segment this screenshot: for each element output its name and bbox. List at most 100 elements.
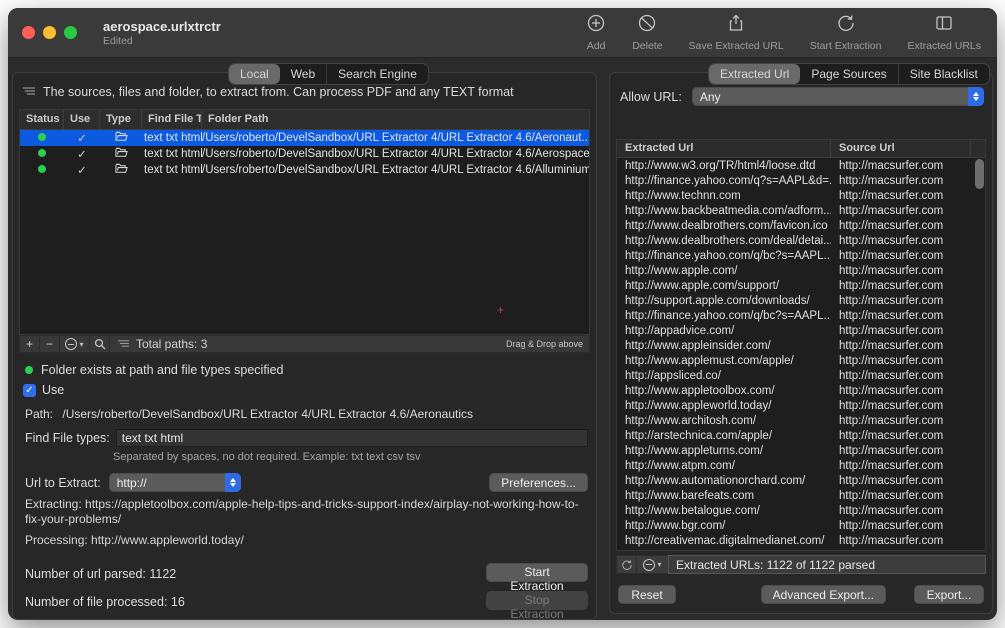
tab-page-sources[interactable]: Page Sources [800, 64, 899, 84]
file-types-cell: text txt html [144, 164, 202, 176]
tab-extracted-url[interactable]: Extracted Url [709, 64, 801, 84]
sources-description-text: The sources, files and folder, to extrac… [43, 85, 514, 99]
add-toolbar-button[interactable]: Add [586, 13, 606, 52]
search-paths-button[interactable] [90, 336, 110, 352]
extracted-url-cell: http://finance.yahoo.com/q?s=AAPL&d=... [625, 174, 831, 187]
extracted-url-cell: http://finance.yahoo.com/q/bc?s=AAPL... [625, 249, 831, 262]
extracted-url-row[interactable]: http://www.architosh.com/ http://macsurf… [617, 413, 985, 428]
column-header-use[interactable]: Use [64, 110, 100, 129]
extracted-url-row[interactable]: http://appadvice.com/ http://macsurfer.c… [617, 323, 985, 338]
close-window-button[interactable] [22, 26, 35, 39]
status-dot-icon [25, 366, 33, 374]
source-url-cell: http://macsurfer.com [839, 279, 944, 292]
extracted-url-row[interactable]: http://arstechnica.com/apple/ http://mac… [617, 428, 985, 443]
filter-menu-button[interactable]: ▾ [636, 555, 668, 574]
refresh-list-button[interactable] [616, 555, 636, 574]
source-url-cell: http://macsurfer.com [839, 189, 944, 202]
extracted-url-row[interactable]: http://finance.yahoo.com/q/bc?s=AAPL... … [617, 308, 985, 323]
source-url-cell: http://macsurfer.com [839, 384, 944, 397]
list-icon [118, 337, 129, 351]
extracted-url-row[interactable]: http://www.dealbrothers.com/favicon.ico … [617, 218, 985, 233]
source-row[interactable]: ✓ text txt html /Users/roberto/DevelSand… [20, 162, 589, 178]
use-checkbox[interactable]: ✓ [23, 383, 36, 397]
column-header-type[interactable]: Type [100, 110, 142, 129]
advanced-export-button[interactable]: Advanced Export... [760, 585, 886, 604]
extracted-url-cell: http://www.appleturns.com/ [625, 444, 764, 457]
zoom-window-button[interactable] [64, 26, 77, 39]
extracted-url-row[interactable]: http://www.w3.org/TR/html4/loose.dtd htt… [617, 158, 985, 173]
extracted-url-cell: http://www.appleinsider.com/ [625, 339, 771, 352]
tab-local[interactable]: Local [229, 64, 280, 84]
extracted-url-row[interactable]: http://support.apple.com/downloads/ http… [617, 293, 985, 308]
extracted-url-row[interactable]: http://www.appletoolbox.com/ http://macs… [617, 383, 985, 398]
extracted-url-row[interactable]: http://www.appleinsider.com/ http://macs… [617, 338, 985, 353]
column-header-status[interactable]: Status [20, 110, 64, 129]
extracted-url-row[interactable]: http://finance.yahoo.com/q/bc?s=AAPL... … [617, 248, 985, 263]
column-header-find-file-type[interactable]: Find File Type [142, 110, 202, 129]
find-file-types-row: Find File types: [25, 429, 588, 447]
extracted-urls-toolbar-button[interactable]: Extracted URLs [907, 13, 981, 52]
extracted-url-cell: http://www.w3.org/TR/html4/loose.dtd [625, 159, 816, 172]
extracted-url-cell: http://www.bgr.com/ [625, 519, 726, 532]
column-header-extracted-url[interactable]: Extracted Url [617, 140, 831, 157]
extracted-url-row[interactable]: http://www.backbeatmedia.com/adform... h… [617, 203, 985, 218]
url-scheme-popup[interactable]: http:// [108, 473, 241, 492]
extracted-url-row[interactable]: http://appsliced.co/ http://macsurfer.co… [617, 368, 985, 383]
stop-extraction-button[interactable]: Stop Extraction [486, 591, 588, 620]
remove-path-button[interactable]: − [40, 336, 60, 352]
minimize-window-button[interactable] [43, 26, 56, 39]
use-check-icon: ✓ [77, 165, 87, 177]
extracted-url-row[interactable]: http://www.betalogue.com/ http://macsurf… [617, 503, 985, 518]
vertical-scrollbar[interactable] [975, 159, 984, 189]
source-row[interactable]: ✓ text txt html /Users/roberto/DevelSand… [20, 146, 589, 162]
extracted-urls-count: Extracted URLs: 1122 of 1122 parsed [668, 555, 986, 574]
title-bar: aerospace.urlxtrctr Edited Add Delete Sa… [8, 8, 997, 58]
extracted-url-cell: http://www.apple.com/support/ [625, 279, 780, 292]
delete-toolbar-button[interactable]: Delete [632, 13, 663, 52]
delete-icon [637, 13, 657, 38]
column-header-folder-path[interactable]: Folder Path [202, 110, 589, 129]
circled-dash-icon [65, 338, 78, 350]
column-header-source-url[interactable]: Source Url [831, 140, 971, 157]
file-types-cell: text txt html [144, 148, 202, 160]
extracted-url-row[interactable]: http://www.technn.com http://macsurfer.c… [617, 188, 985, 203]
extracted-url-row[interactable]: http://www.apple.com/ http://macsurfer.c… [617, 263, 985, 278]
source-url-cell: http://macsurfer.com [839, 174, 944, 187]
extracted-url-row[interactable]: http://www.barefeats.com http://macsurfe… [617, 488, 985, 503]
popup-stepper-icon [224, 473, 241, 492]
extracted-url-row[interactable]: http://www.automationorchard.com/ http:/… [617, 473, 985, 488]
start-extraction-button[interactable]: Start Extraction [486, 563, 588, 593]
extracted-url-row[interactable]: http://www.applemust.com/apple/ http://m… [617, 353, 985, 368]
extracted-url-row[interactable]: http://www.apple.com/support/ http://mac… [617, 278, 985, 293]
tab-search-engine[interactable]: Search Engine [327, 64, 428, 84]
allow-url-popup[interactable]: Any [691, 87, 984, 106]
traffic-lights [22, 26, 77, 39]
extracted-url-row[interactable]: http://www.bgr.com/ http://macsurfer.com [617, 518, 985, 533]
extracted-url-cell: http://www.appletoolbox.com/ [625, 384, 775, 397]
window-edited-badge: Edited [103, 34, 133, 47]
extracted-url-row[interactable]: http://creativemac.digitalmedianet.com/ … [617, 533, 985, 548]
extracted-url-row[interactable]: http://finance.yahoo.com/q?s=AAPL&d=... … [617, 173, 985, 188]
preferences-button[interactable]: Preferences... [489, 473, 588, 492]
extracted-url-cell: http://appsliced.co/ [625, 369, 721, 382]
tab-web[interactable]: Web [280, 64, 328, 84]
extracted-url-row[interactable]: http://www.appleturns.com/ http://macsur… [617, 443, 985, 458]
start-extraction-toolbar-button[interactable]: Start Extraction [810, 13, 881, 52]
tab-site-blacklist[interactable]: Site Blacklist [899, 64, 989, 84]
sources-table: Status Use Type Find File Type Folder Pa… [19, 109, 590, 335]
reset-button[interactable]: Reset [618, 585, 676, 604]
url-to-extract-label: Url to Extract: [25, 475, 101, 490]
save-extracted-url-toolbar-button[interactable]: Save Extracted URL [689, 13, 784, 52]
find-file-types-input[interactable] [115, 429, 588, 447]
add-path-button[interactable]: + [20, 336, 40, 352]
extracted-url-row[interactable]: http://www.dealbrothers.com/deal/detai..… [617, 233, 985, 248]
source-url-cell: http://macsurfer.com [839, 324, 944, 337]
export-button[interactable]: Export... [914, 585, 984, 604]
extracted-url-row[interactable]: http://www.appleworld.today/ http://macs… [617, 398, 985, 413]
source-url-cell: http://macsurfer.com [839, 249, 944, 262]
source-row[interactable]: ✓ text txt html /Users/roberto/DevelSand… [20, 130, 589, 146]
extracted-url-row[interactable]: http://www.atpm.com/ http://macsurfer.co… [617, 458, 985, 473]
extracted-url-cell: http://www.barefeats.com [625, 489, 755, 502]
extracted-url-cell: http://www.dealbrothers.com/deal/detai..… [625, 234, 831, 247]
action-menu-button[interactable]: ▾ [60, 336, 90, 352]
